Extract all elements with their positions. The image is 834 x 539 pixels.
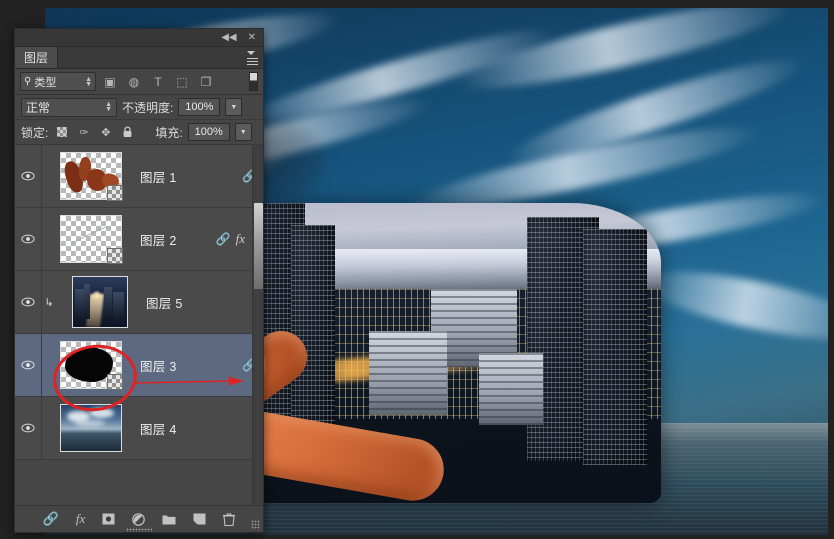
filter-pixel-icon[interactable]: ▣: [100, 72, 120, 92]
lock-image-pixels-icon[interactable]: ✑: [75, 124, 92, 141]
panel-menu-icon[interactable]: [247, 50, 258, 65]
tab-row-filler: [58, 47, 263, 68]
layer-visibility-toggle[interactable]: [15, 208, 42, 270]
lock-label: 锁定:: [21, 125, 49, 140]
layer-thumbnail[interactable]: [60, 341, 123, 390]
layer-row[interactable]: 图层 4: [15, 397, 263, 460]
layer-name[interactable]: 图层 5: [146, 293, 183, 312]
layer-thumbnail-badge-icon: [107, 185, 123, 201]
lock-position-icon[interactable]: ✥: [97, 124, 114, 141]
layer-thumbnail[interactable]: [60, 404, 122, 452]
layers-panel-toolbar: 🔗 fx: [15, 505, 263, 532]
filter-kind-select[interactable]: ⚲ 类型 ▲ ▼: [20, 72, 96, 91]
blend-mode-stepper-icon[interactable]: ▲ ▼: [105, 101, 112, 113]
fill-dropdown-icon[interactable]: ▼: [234, 123, 252, 141]
lock-transparent-pixels-icon[interactable]: [53, 124, 70, 141]
link-layers-button[interactable]: 🔗: [43, 511, 59, 527]
tab-layers-label: 图层: [24, 51, 49, 65]
layer-thumbnail[interactable]: [60, 152, 123, 201]
layer-row[interactable]: 图层 1 🔗: [15, 145, 263, 208]
tower-right-2: [583, 229, 647, 465]
add-layer-mask-button[interactable]: [102, 513, 115, 525]
filter-kind-stepper-icon[interactable]: ▲ ▼: [85, 76, 92, 88]
collapse-icon[interactable]: ◀◀: [221, 32, 236, 43]
eye-icon: [21, 297, 35, 307]
link-icon[interactable]: 🔗: [216, 232, 231, 246]
eye-icon: [21, 234, 35, 244]
blend-mode-select[interactable]: 正常 ▲ ▼: [21, 97, 117, 117]
close-icon[interactable]: ✕: [248, 32, 256, 43]
layer-list-scrollbar[interactable]: [252, 145, 263, 505]
filter-type-icon[interactable]: T: [148, 72, 168, 92]
lock-row: 锁定: ✑ ✥ 填充: 100% ▼: [15, 120, 263, 145]
delete-layer-button[interactable]: [223, 512, 236, 526]
filter-shape-icon[interactable]: ⬚: [172, 72, 192, 92]
layer-row-selected[interactable]: 图层 3 🔗: [15, 334, 263, 397]
filter-enable-toggle[interactable]: [249, 72, 258, 91]
layer-effects-fx-icon[interactable]: fx: [236, 231, 245, 247]
panel-resize-grip[interactable]: [251, 520, 260, 529]
opacity-label: 不透明度:: [122, 100, 174, 115]
layer-visibility-toggle[interactable]: [15, 271, 42, 333]
new-adjustment-layer-button[interactable]: [132, 512, 146, 526]
layer-list[interactable]: 图层 1 🔗 图层 2 🔗 fx ↳ 图层 5 图层 3 🔗 图层 4: [15, 145, 263, 505]
layer-row-icons: 🔗 fx ▼: [216, 231, 257, 247]
filter-adjustment-icon[interactable]: ◍: [124, 72, 144, 92]
opacity-value[interactable]: 100%: [178, 98, 221, 116]
fill-label: 填充:: [155, 125, 183, 140]
new-layer-button[interactable]: [193, 513, 206, 525]
layer-name[interactable]: 图层 3: [140, 356, 177, 375]
tab-layers[interactable]: 图层: [15, 47, 59, 68]
blend-mode-value: 正常: [26, 100, 51, 115]
layer-thumbnail-badge-icon: [107, 248, 123, 264]
layer-row[interactable]: ↳ 图层 5: [15, 271, 263, 334]
panel-tab-row: 图层: [15, 47, 263, 69]
thumbnail-stroke: [70, 226, 108, 245]
layer-name[interactable]: 图层 4: [140, 419, 177, 438]
search-icon: ⚲: [24, 76, 32, 87]
new-group-button[interactable]: [162, 514, 176, 525]
layer-visibility-toggle[interactable]: [15, 145, 42, 207]
layer-visibility-toggle[interactable]: [15, 397, 42, 459]
scrollbar-thumb[interactable]: [254, 203, 263, 289]
layer-name[interactable]: 图层 1: [140, 167, 177, 186]
layer-row[interactable]: 图层 2 🔗 fx ▼: [15, 208, 263, 271]
layer-thumbnail[interactable]: [72, 276, 128, 328]
panel-titlebar: ◀◀ ✕: [15, 29, 263, 47]
layer-thumbnail-badge-icon: [107, 374, 123, 390]
layers-panel[interactable]: ◀◀ ✕ 图层 ⚲ 类型 ▲ ▼ ▣ ◍ T ⬚ ❐ 正常 ▲ ▼ 不透明度: …: [14, 28, 264, 533]
layer-visibility-toggle[interactable]: [15, 334, 42, 396]
fill-value[interactable]: 100%: [187, 123, 230, 141]
eye-icon: [21, 423, 35, 433]
filter-kind-label: 类型: [34, 76, 57, 89]
lock-all-icon[interactable]: [119, 124, 136, 141]
low-block-c: [479, 353, 543, 425]
panel-drag-handle[interactable]: [126, 528, 152, 532]
layer-name[interactable]: 图层 2: [140, 230, 177, 249]
eye-icon: [21, 171, 35, 181]
layer-style-fx-button[interactable]: fx: [76, 511, 85, 527]
filter-smart-object-icon[interactable]: ❐: [196, 72, 216, 92]
opacity-dropdown-icon[interactable]: ▼: [225, 98, 243, 116]
clipping-mask-arrow-icon: ↳: [44, 296, 54, 309]
eye-icon: [21, 360, 35, 370]
thumbnail-black-shape: [64, 346, 113, 383]
layer-filter-row: ⚲ 类型 ▲ ▼ ▣ ◍ T ⬚ ❐: [15, 69, 263, 95]
blend-mode-row: 正常 ▲ ▼ 不透明度: 100% ▼: [15, 95, 263, 120]
layer-thumbnail[interactable]: [60, 215, 123, 264]
low-block-b: [369, 331, 447, 415]
photoshop-window: ◀◀ ✕ 图层 ⚲ 类型 ▲ ▼ ▣ ◍ T ⬚ ❐ 正常 ▲ ▼ 不透明度: …: [0, 0, 834, 539]
